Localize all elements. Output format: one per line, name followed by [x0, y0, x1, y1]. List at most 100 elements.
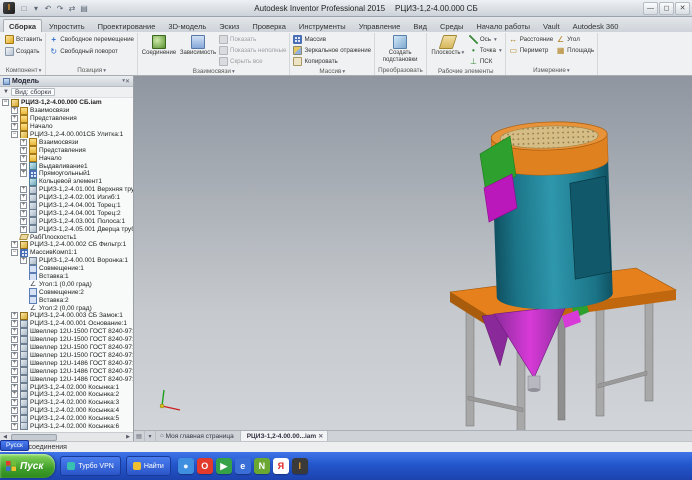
create-component-button[interactable]: Создать [5, 46, 40, 57]
tree-item[interactable]: РЦИЗ-1,2-4.00.002 СБ Фильтр:1 [0, 241, 133, 249]
ribbon-tab[interactable]: Эскиз [213, 19, 245, 32]
group-label-component[interactable]: Компонент▾ [5, 66, 42, 75]
tree-expander-icon[interactable] [11, 312, 18, 319]
ribbon-tab[interactable]: Управление [353, 19, 407, 32]
measure-area-button[interactable]: Площадь [556, 45, 594, 56]
quick-launch-icon[interactable]: Я [273, 458, 289, 474]
hide-all-relationships-button[interactable]: Скрыть все [219, 56, 286, 67]
tree-item[interactable]: РЦИЗ-1,2-4.03.001 Полоса:1 [0, 217, 133, 225]
pattern-button[interactable]: Массив [293, 34, 326, 45]
tree-item[interactable]: РабПлоскость1 [0, 233, 133, 241]
ribbon-tab[interactable]: Autodesk 360 [567, 19, 625, 32]
tree-expander-icon[interactable] [11, 368, 18, 375]
show-sick-relationships-button[interactable]: Показать неполные [219, 45, 286, 56]
tree-expander-icon[interactable] [20, 163, 27, 170]
hopper-cones[interactable] [482, 302, 589, 392]
measure-perimeter-button[interactable]: Периметр [509, 45, 553, 56]
close-button[interactable]: ✕ [675, 2, 690, 15]
tree-expander-icon[interactable] [11, 320, 18, 327]
access-door[interactable] [570, 176, 612, 279]
tree-expander-icon[interactable] [20, 218, 27, 225]
tree-expander-icon[interactable] [11, 391, 18, 398]
tree-item[interactable]: Представления [0, 146, 133, 154]
measure-angle-button[interactable]: Угол [556, 34, 594, 45]
insert-component-button[interactable]: Вставить [5, 34, 42, 45]
ribbon-tab[interactable]: Инструменты [293, 19, 352, 32]
tree-expander-icon[interactable] [20, 210, 27, 217]
tree-item[interactable]: РЦИЗ-1,2-4.00.003 СБ Замок:1 [0, 312, 133, 320]
quick-access-icon[interactable]: ▾ [30, 4, 42, 13]
tree-expander-icon[interactable] [20, 226, 27, 233]
tree-item[interactable]: Швеллер 12U-1486 ГОСТ 8240-97:7 [0, 375, 133, 383]
group-label-work-features[interactable]: Рабочие элементы [430, 67, 502, 76]
work-point-button[interactable]: Точка▾ [469, 45, 502, 56]
tree-expander-icon[interactable] [11, 399, 18, 406]
tree-item[interactable]: РЦИЗ-1,2-4.00.000 СБ.iam [0, 99, 133, 107]
tree-expander-icon[interactable] [11, 328, 18, 335]
tree-item[interactable]: Угол:1 (0,00 град) [0, 280, 133, 288]
taskbar-app-button[interactable]: Турбо VPN [60, 456, 120, 476]
tree-item[interactable]: МассивКомп1:1 [0, 249, 133, 257]
tree-item[interactable]: РЦИЗ-1,2-4.05.001 Дверца трубы:1 [0, 225, 133, 233]
joint-button[interactable]: Соединение [141, 34, 177, 57]
tree-item[interactable]: Швеллер 12U-1486 ГОСТ 8240-97:5 [0, 359, 133, 367]
tree-item[interactable]: РЦИЗ-1,2-4.00.001 Основание:1 [0, 320, 133, 328]
ribbon-tab[interactable]: Сборка [3, 19, 42, 32]
free-move-button[interactable]: Свободное перемещение [49, 34, 134, 45]
minimize-button[interactable]: — [643, 2, 658, 15]
tree-item[interactable]: Швеллер 12U-1500 ГОСТ 8240-97:1 [0, 328, 133, 336]
tree-item[interactable]: РЦИЗ-1,2-4.02.000 Косынка:5 [0, 415, 133, 423]
quick-access-icon[interactable]: □ [18, 4, 30, 13]
ribbon-tab[interactable]: Среды [434, 19, 469, 32]
group-label-position[interactable]: Позиция▾ [49, 66, 134, 75]
tree-item[interactable]: Прямоугольный1 [0, 170, 133, 178]
document-tab[interactable]: РЦИЗ-1,2-4.00.00...iam ✕ [241, 431, 329, 441]
tree-item[interactable]: Начало [0, 123, 133, 131]
document-tab[interactable]: ⌂ Моя главная страница [156, 431, 241, 441]
tree-item[interactable]: Швеллер 12U-1500 ГОСТ 8240-97:4 [0, 352, 133, 360]
tab-strip-button[interactable]: ▤ [134, 431, 145, 441]
tree-expander-icon[interactable] [20, 147, 27, 154]
tree-item[interactable]: Швеллер 12U-1486 ГОСТ 8240-97:6 [0, 367, 133, 375]
ribbon-tab[interactable]: 3D-модель [162, 19, 212, 32]
tree-expander-icon[interactable] [20, 194, 27, 201]
graphics-viewport[interactable]: ▤▾ ⌂ Моя главная страница РЦИЗ-1,2-4.00.… [134, 76, 692, 441]
tree-item[interactable]: РЦИЗ-1,2-4.04.001 Торец:1 [0, 202, 133, 210]
scroll-right-icon[interactable]: ▶ [123, 434, 133, 440]
tree-item[interactable]: Начало [0, 154, 133, 162]
quick-access-icon[interactable]: ↶ [42, 4, 54, 13]
tree-item[interactable]: РЦИЗ-1,2-4.00.001СБ Улитка:1 [0, 131, 133, 139]
measure-distance-button[interactable]: Расстояние [509, 34, 553, 45]
tree-item[interactable]: РЦИЗ-1,2-4.02.000 Косынка:1 [0, 383, 133, 391]
tree-expander-icon[interactable] [11, 336, 18, 343]
quick-launch-icon[interactable]: ● [178, 458, 194, 474]
tree-expander-icon[interactable] [20, 155, 27, 162]
tree-item[interactable]: Швеллер 12U-1500 ГОСТ 8240-97:3 [0, 344, 133, 352]
tree-item[interactable]: РЦИЗ-1,2-4.01.001 Верхняя труба:1 [0, 186, 133, 194]
tree-item[interactable]: Взаимосвязи [0, 107, 133, 115]
tree-expander-icon[interactable] [11, 115, 18, 122]
show-relationships-button[interactable]: Показать [219, 34, 286, 45]
tree-item[interactable]: Представления [0, 115, 133, 123]
tree-expander-icon[interactable] [11, 249, 18, 256]
group-label-pattern[interactable]: Массив▾ [293, 67, 371, 76]
tree-expander-icon[interactable] [11, 241, 18, 248]
tree-expander-icon[interactable] [11, 123, 18, 130]
tree-expander-icon[interactable] [20, 257, 27, 264]
tree-item[interactable]: Угол:2 (0,00 град) [0, 304, 133, 312]
tree-expander-icon[interactable] [11, 384, 18, 391]
tree-expander-icon[interactable] [11, 360, 18, 367]
taskbar-app-button[interactable]: Найти [126, 456, 171, 476]
quick-launch-icon[interactable]: O [197, 458, 213, 474]
tree-expander-icon[interactable] [2, 99, 9, 106]
tree-item[interactable]: Взаимосвязи [0, 138, 133, 146]
tree-item[interactable]: РЦИЗ-1,2-4.02.000 Косынка:3 [0, 399, 133, 407]
tree-item[interactable]: Выдавливание1 [0, 162, 133, 170]
tree-item[interactable]: Вставка:1 [0, 273, 133, 281]
language-badge[interactable]: Русск [0, 440, 29, 451]
filter-icon[interactable]: ▼ [3, 89, 9, 95]
group-label-convert[interactable]: Преобразовать [378, 66, 423, 75]
tree-expander-icon[interactable] [20, 202, 27, 209]
tree-expander-icon[interactable] [11, 107, 18, 114]
quick-access-icon[interactable]: ⇄ [66, 4, 78, 13]
